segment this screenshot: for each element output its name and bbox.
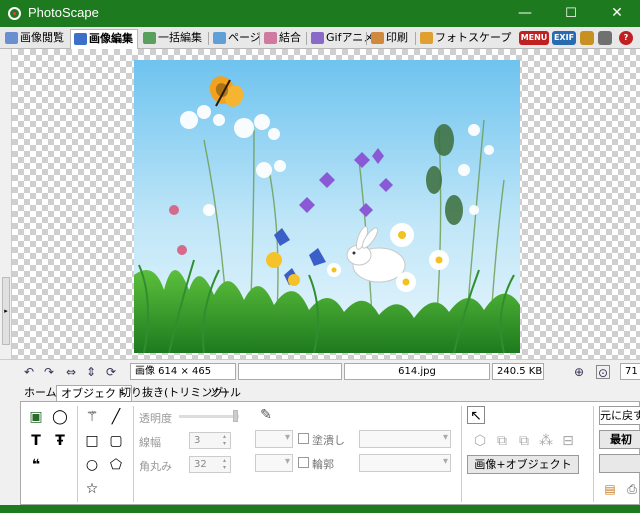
print-small-icon[interactable]: ⎙: [623, 480, 640, 498]
open-file-icon[interactable]: ▤: [601, 480, 619, 498]
flip-vertical-icon[interactable]: ⇕: [84, 365, 98, 379]
tab-combine[interactable]: 結合: [261, 29, 305, 49]
window-bottom-border: [0, 505, 640, 513]
page-icon: [213, 32, 226, 44]
text-icon[interactable]: T: [27, 432, 45, 450]
corner-radius-stepper[interactable]: 32: [189, 456, 231, 473]
fill-style-combo[interactable]: [359, 430, 451, 448]
rectangle-icon[interactable]: □: [83, 432, 101, 450]
quote-icon[interactable]: ❝: [27, 456, 45, 474]
filesize-field: 240.5 KB: [492, 363, 544, 380]
panel-tab-home[interactable]: ホーム: [20, 385, 61, 402]
minimize-button[interactable]: —: [502, 0, 548, 27]
zoom-icon[interactable]: ⊙: [596, 365, 610, 380]
tab-separator: [208, 32, 209, 45]
group-icon[interactable]: ⁂: [537, 432, 555, 450]
fill-label: 塗潰し: [312, 434, 345, 447]
status-bar: ↶ ↷ ⇔ ⇕ ⟳ 画像 614 × 465 614.jpg 240.5 KB …: [0, 359, 640, 383]
tab-viewer[interactable]: 画像閲覧: [2, 29, 68, 49]
rotate-left-icon[interactable]: ↶: [22, 365, 36, 379]
menu-button[interactable]: MENU: [519, 31, 549, 45]
duplicate-icon[interactable]: ⧉: [493, 432, 511, 450]
refresh-icon[interactable]: ⟳: [104, 365, 118, 379]
viewer-icon: [5, 32, 18, 44]
folder-icon[interactable]: [580, 31, 594, 45]
fill-color-combo[interactable]: [255, 430, 293, 448]
batch-icon: [143, 32, 156, 44]
reset-button[interactable]: 最初: [599, 430, 640, 449]
opacity-slider-thumb[interactable]: [233, 410, 238, 422]
save-button[interactable]: [599, 454, 640, 473]
line-width-label: 線幅: [139, 436, 161, 449]
speech-balloon-icon[interactable]: ◯: [51, 408, 69, 426]
tab-photoscape[interactable]: フォトスケープ: [417, 29, 515, 49]
tab-separator: [415, 32, 416, 45]
tab-batch[interactable]: 一括編集: [140, 29, 206, 49]
photoscape-icon: [420, 32, 433, 44]
exif-button[interactable]: EXIF: [552, 31, 576, 45]
line-icon[interactable]: ╱: [107, 408, 125, 426]
left-panel-strip: ▸: [0, 49, 12, 359]
fill-checkbox[interactable]: [298, 433, 309, 444]
eyedropper-icon[interactable]: ✎: [257, 406, 275, 424]
edit-panel: ホーム オブジェクト 切り抜き(トリミング) ツール ▣ ◯ T Ŧ ❝ ⚚ ╱…: [20, 383, 640, 505]
tab-page[interactable]: ページ: [210, 29, 265, 49]
maximize-button[interactable]: ☐: [548, 0, 594, 27]
tab-separator: [259, 32, 260, 45]
editor-icon: [74, 33, 87, 45]
text-frame-icon[interactable]: Ŧ: [51, 432, 69, 450]
magic-wand-icon[interactable]: ⚚: [83, 408, 101, 426]
select-pointer-icon[interactable]: ↖: [467, 406, 485, 424]
blank-status-field: [238, 363, 342, 380]
gif-icon: [311, 32, 324, 44]
bring-front-icon[interactable]: ⬡: [471, 432, 489, 450]
meadow-photo: [134, 60, 520, 353]
rounded-rectangle-icon[interactable]: ▢: [107, 432, 125, 450]
image-plus-object-button[interactable]: 画像+オブジェクト: [467, 455, 579, 474]
outline-label: 輪郭: [312, 458, 334, 471]
star-icon[interactable]: ☆: [83, 480, 101, 498]
photo-canvas[interactable]: [134, 60, 520, 353]
combine-icon: [264, 32, 277, 44]
opacity-label: 透明度: [139, 412, 172, 425]
object-tools-body: ▣ ◯ T Ŧ ❝ ⚚ ╱ □ ▢ ○ ⬠ ☆ 透明度 線幅 3 角丸み 32 …: [20, 401, 640, 505]
outline-color-combo[interactable]: [255, 454, 293, 472]
copy-icon[interactable]: [598, 31, 612, 45]
panel-tab-tools[interactable]: ツール: [204, 385, 245, 402]
tab-print[interactable]: 印刷: [368, 29, 412, 49]
image-insert-icon[interactable]: ▣: [27, 408, 45, 426]
zoom-fit-icon[interactable]: ⊕: [572, 365, 586, 379]
pentagon-icon[interactable]: ⬠: [107, 456, 125, 474]
photoscape-logo-icon: [8, 7, 21, 20]
outline-style-combo[interactable]: [359, 454, 451, 472]
zoom-level-field[interactable]: 71: [620, 363, 640, 380]
corner-radius-label: 角丸み: [139, 460, 172, 473]
divider: [77, 406, 78, 502]
ellipse-icon[interactable]: ○: [83, 456, 101, 474]
tab-separator: [366, 32, 367, 45]
rotate-right-icon[interactable]: ↷: [42, 365, 56, 379]
help-icon[interactable]: ?: [619, 31, 633, 45]
divider: [133, 406, 134, 502]
image-size-field: 画像 614 × 465: [130, 363, 236, 380]
opacity-slider[interactable]: [179, 415, 239, 418]
panel-left-gutter: [0, 383, 20, 505]
line-width-stepper[interactable]: 3: [189, 432, 231, 449]
filename-field: 614.jpg: [344, 363, 490, 380]
panel-expand-handle[interactable]: ▸: [2, 277, 10, 345]
divider: [593, 406, 594, 502]
undo-button[interactable]: 元に戻す: [599, 406, 640, 425]
divider: [461, 406, 462, 502]
print-icon: [371, 32, 384, 44]
tab-separator: [306, 32, 307, 45]
title-bar: PhotoScape — ☐ ✕: [0, 0, 640, 27]
copy-object-icon[interactable]: ⧉: [515, 432, 533, 450]
window-title: PhotoScape: [28, 5, 99, 20]
tab-editor[interactable]: 画像編集: [70, 29, 138, 49]
flip-horizontal-icon[interactable]: ⇔: [64, 365, 78, 379]
outline-checkbox[interactable]: [298, 457, 309, 468]
close-button[interactable]: ✕: [594, 0, 640, 27]
delete-object-icon[interactable]: ⊟: [559, 432, 577, 450]
